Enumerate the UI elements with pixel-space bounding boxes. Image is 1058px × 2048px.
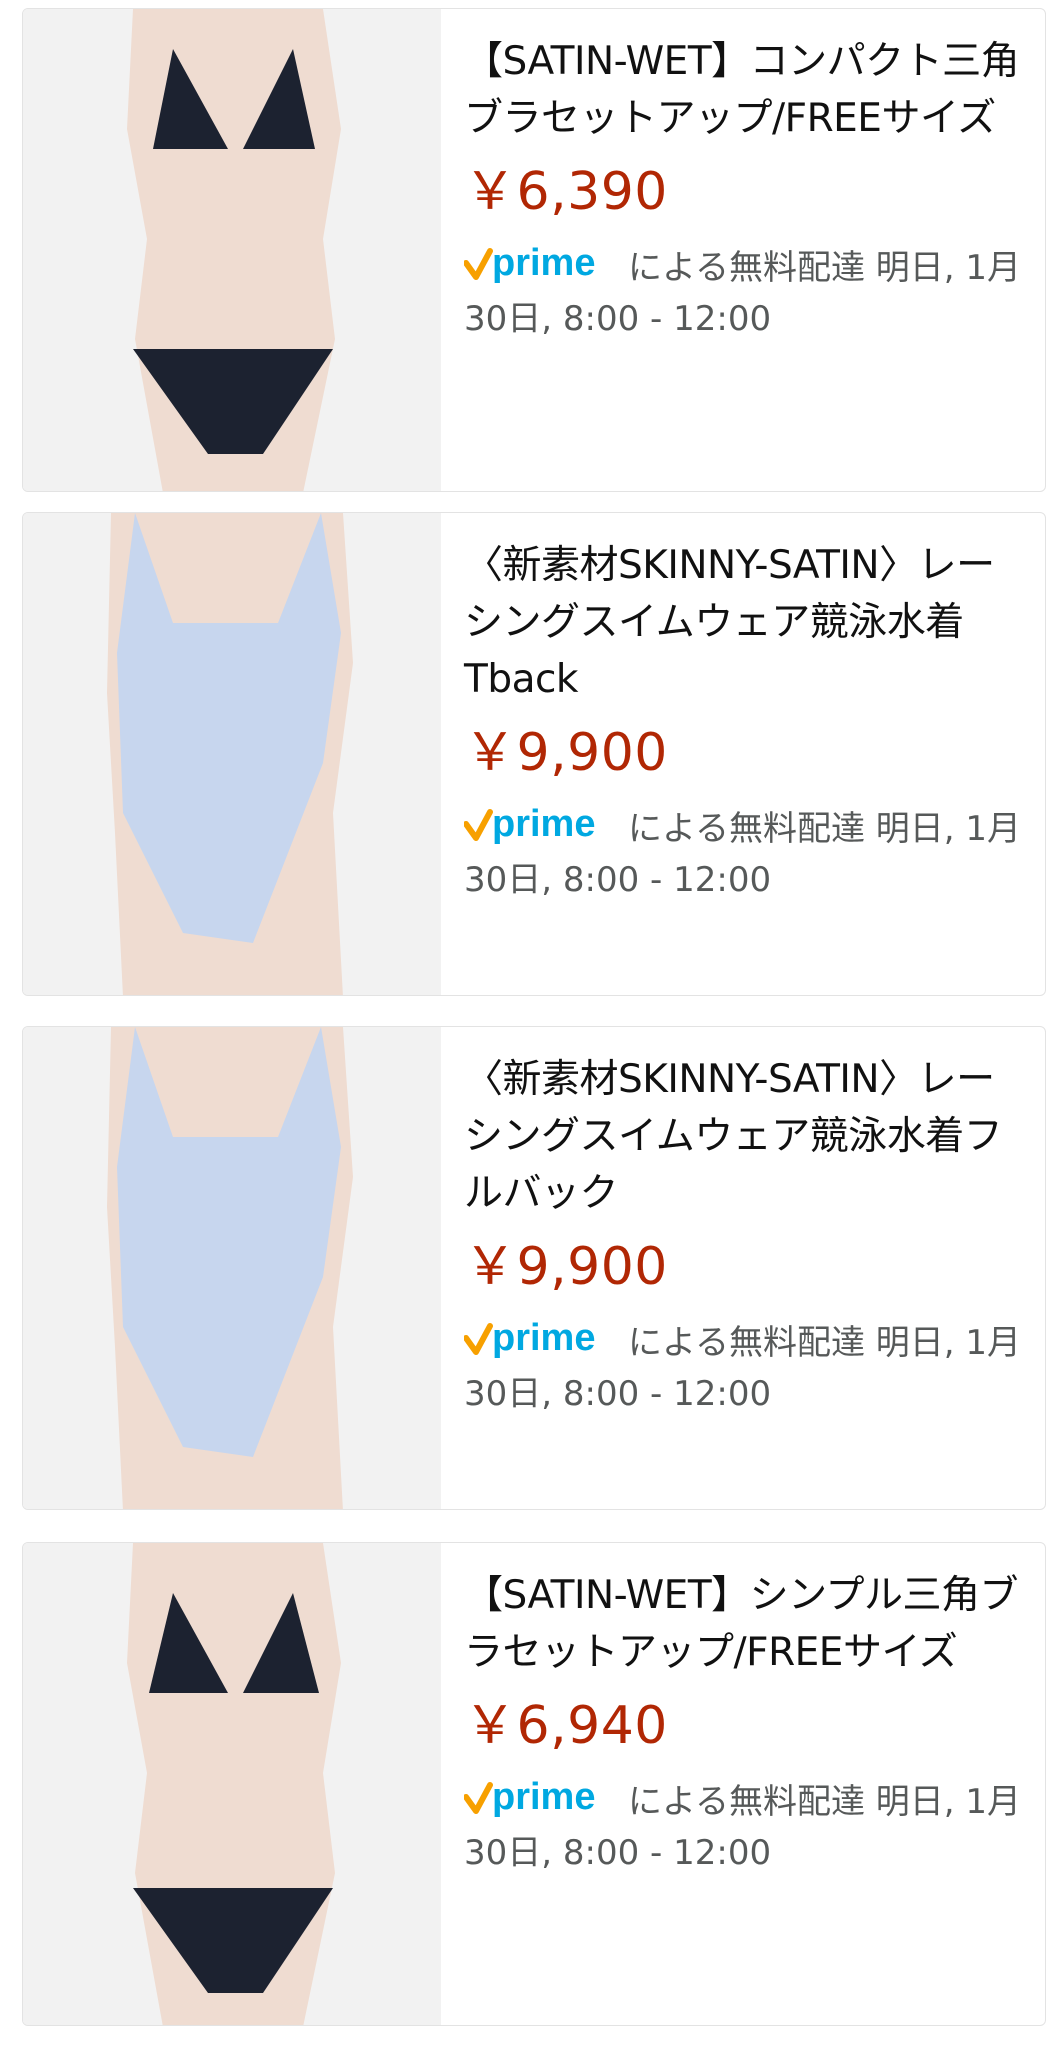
product-card[interactable]: 〈新素材SKINNY-SATIN〉レーシングスイムウェア競泳水着Tback ￥9… (22, 512, 1046, 996)
product-price: ￥9,900 (464, 723, 668, 783)
delivery-info: prime による無料配達 明日, 1月30日, 8:00 - 12:00 (464, 1316, 1029, 1420)
delivery-info: prime による無料配達 明日, 1月30日, 8:00 - 12:00 (464, 241, 1029, 345)
product-image[interactable] (23, 513, 441, 995)
product-image[interactable] (23, 9, 441, 491)
svg-text:prime: prime (492, 242, 595, 284)
prime-icon: prime (464, 1775, 614, 1819)
prime-icon: prime (464, 1316, 614, 1360)
product-title[interactable]: 〈新素材SKINNY-SATIN〉レーシングスイムウェア競泳水着Tback (464, 537, 1029, 708)
bikini-photo-placeholder (23, 9, 441, 491)
product-price: ￥6,390 (464, 162, 668, 222)
product-title[interactable]: 【SATIN-WET】コンパクト三角ブラセットアップ/FREEサイズ (464, 33, 1029, 147)
product-card[interactable]: 【SATIN-WET】シンプル三角ブラセットアップ/FREEサイズ ￥6,940… (22, 1542, 1046, 2026)
svg-text:prime: prime (492, 1776, 595, 1818)
delivery-info: prime による無料配達 明日, 1月30日, 8:00 - 12:00 (464, 1775, 1029, 1879)
product-image[interactable] (23, 1543, 441, 2025)
product-price: ￥9,900 (464, 1237, 668, 1297)
product-card[interactable]: 〈新素材SKINNY-SATIN〉レーシングスイムウェア競泳水着フルバック ￥9… (22, 1026, 1046, 1510)
prime-icon: prime (464, 802, 614, 846)
swimsuit-photo-placeholder (23, 513, 441, 995)
svg-text:prime: prime (492, 1317, 595, 1359)
bikini-photo-placeholder (23, 1543, 441, 2025)
prime-icon: prime (464, 241, 614, 285)
product-image[interactable] (23, 1027, 441, 1509)
delivery-info: prime による無料配達 明日, 1月30日, 8:00 - 12:00 (464, 802, 1029, 906)
product-title[interactable]: 〈新素材SKINNY-SATIN〉レーシングスイムウェア競泳水着フルバック (464, 1051, 1029, 1222)
swimsuit-photo-placeholder (23, 1027, 441, 1509)
product-title[interactable]: 【SATIN-WET】シンプル三角ブラセットアップ/FREEサイズ (464, 1567, 1029, 1681)
product-card[interactable]: 【SATIN-WET】コンパクト三角ブラセットアップ/FREEサイズ ￥6,39… (22, 8, 1046, 492)
product-price: ￥6,940 (464, 1696, 668, 1756)
svg-text:prime: prime (492, 803, 595, 845)
